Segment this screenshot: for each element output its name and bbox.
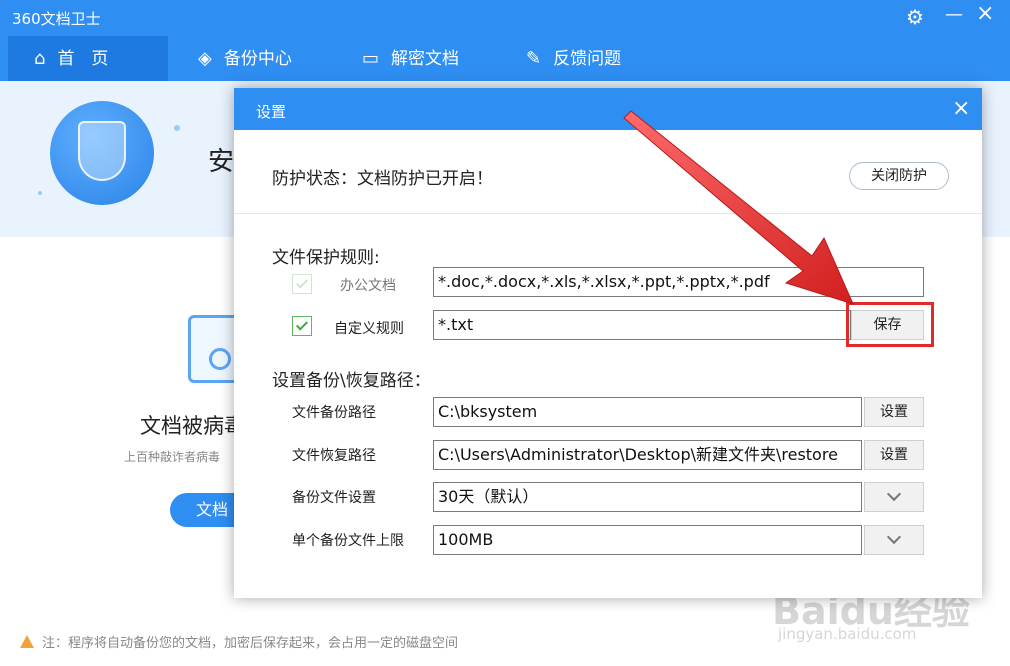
- feature-subtitle: 上百种敲诈者病毒: [124, 450, 221, 464]
- chevron-down-icon: [886, 486, 902, 502]
- footer-note-text: 注：程序将自动备份您的文档，加密后保存起来，会占用一定的磁盘空间: [42, 636, 459, 651]
- decor-dot: [38, 191, 42, 195]
- home-icon: ⌂: [34, 48, 46, 69]
- office-docs-label: 办公文档: [340, 278, 396, 294]
- backup-path-label: 文件备份路径: [292, 405, 376, 421]
- custom-rules-label: 自定义规则: [334, 321, 404, 337]
- chevron-down-icon: [886, 529, 902, 545]
- backup-setting-label: 备份文件设置: [292, 490, 376, 506]
- custom-rules-input[interactable]: *.txt: [433, 310, 851, 340]
- restore-path-label: 文件恢复路径: [292, 448, 376, 464]
- backup-retention-dropdown[interactable]: [864, 482, 924, 512]
- rules-section-label: 文件保护规则:: [272, 248, 380, 268]
- edit-icon: ✎: [526, 48, 542, 69]
- nav-home-label: 首 页: [57, 49, 109, 69]
- settings-gear-icon[interactable]: ⚙: [906, 5, 924, 29]
- app-title: 360文档卫士: [12, 10, 101, 28]
- size-limit-dropdown[interactable]: [864, 525, 924, 555]
- backup-path-input[interactable]: C:\bksystem: [433, 397, 862, 427]
- close-protection-button[interactable]: 关闭防护: [849, 162, 949, 190]
- save-button-highlight: [846, 302, 934, 347]
- feature-title: 文档被病毒: [140, 414, 234, 438]
- folder-icon: ▭: [362, 48, 380, 69]
- layers-icon: ◈: [198, 48, 212, 69]
- warning-icon: [20, 635, 34, 648]
- nav-backup-label: 备份中心: [223, 49, 292, 69]
- dialog-title: 设置: [256, 103, 287, 121]
- path-section-label: 设置备份\恢复路径：: [272, 371, 431, 391]
- nav-feedback[interactable]: ✎ 反馈问题: [526, 36, 621, 81]
- nav-home[interactable]: ⌂ 首 页: [8, 36, 168, 81]
- dialog-header: 设置 ×: [234, 88, 982, 130]
- dialog-close-icon[interactable]: ×: [952, 96, 970, 121]
- main-nav: ⌂ 首 页 ◈ 备份中心 ▭ 解密文档 ✎ 反馈问题: [0, 36, 1010, 81]
- document-folder-icon: [188, 315, 240, 383]
- baidu-watermark-url: jingyan.baidu.com: [778, 625, 917, 643]
- office-docs-extensions-field: *.doc,*.docx,*.xls,*.xlsx,*.ppt,*.pptx,*…: [433, 267, 924, 297]
- custom-rules-checkbox[interactable]: [292, 316, 312, 336]
- nav-decrypt[interactable]: ▭ 解密文档: [362, 36, 459, 81]
- shield-icon: [78, 121, 126, 181]
- title-bar: 360文档卫士 ⚙ — ×: [0, 0, 1010, 36]
- nav-feedback-label: 反馈问题: [553, 49, 622, 69]
- protection-status-text: 防护状态：文档防护已开启！: [272, 169, 493, 189]
- office-docs-checkbox: [292, 274, 312, 294]
- minimize-icon[interactable]: —: [945, 4, 963, 25]
- backup-path-set-button[interactable]: 设置: [864, 397, 924, 427]
- footer-note: 注：程序将自动备份您的文档，加密后保存起来，会占用一定的磁盘空间: [20, 632, 458, 651]
- hero-status-text: 安: [208, 147, 235, 177]
- decor-dot: [174, 125, 180, 131]
- restore-path-input[interactable]: C:\Users\Administrator\Desktop\新建文件夹\res…: [433, 440, 862, 470]
- nav-decrypt-label: 解密文档: [391, 49, 460, 69]
- shield-logo: [50, 101, 154, 205]
- size-limit-label: 单个备份文件上限: [292, 533, 404, 549]
- nav-backup-center[interactable]: ◈ 备份中心: [198, 36, 292, 81]
- window-close-icon[interactable]: ×: [976, 1, 994, 26]
- protection-status-panel: 防护状态：文档防护已开启！ 关闭防护: [234, 130, 982, 214]
- size-limit-select[interactable]: 100MB: [433, 525, 862, 555]
- restore-path-set-button[interactable]: 设置: [864, 440, 924, 470]
- backup-retention-select[interactable]: 30天（默认）: [433, 482, 862, 512]
